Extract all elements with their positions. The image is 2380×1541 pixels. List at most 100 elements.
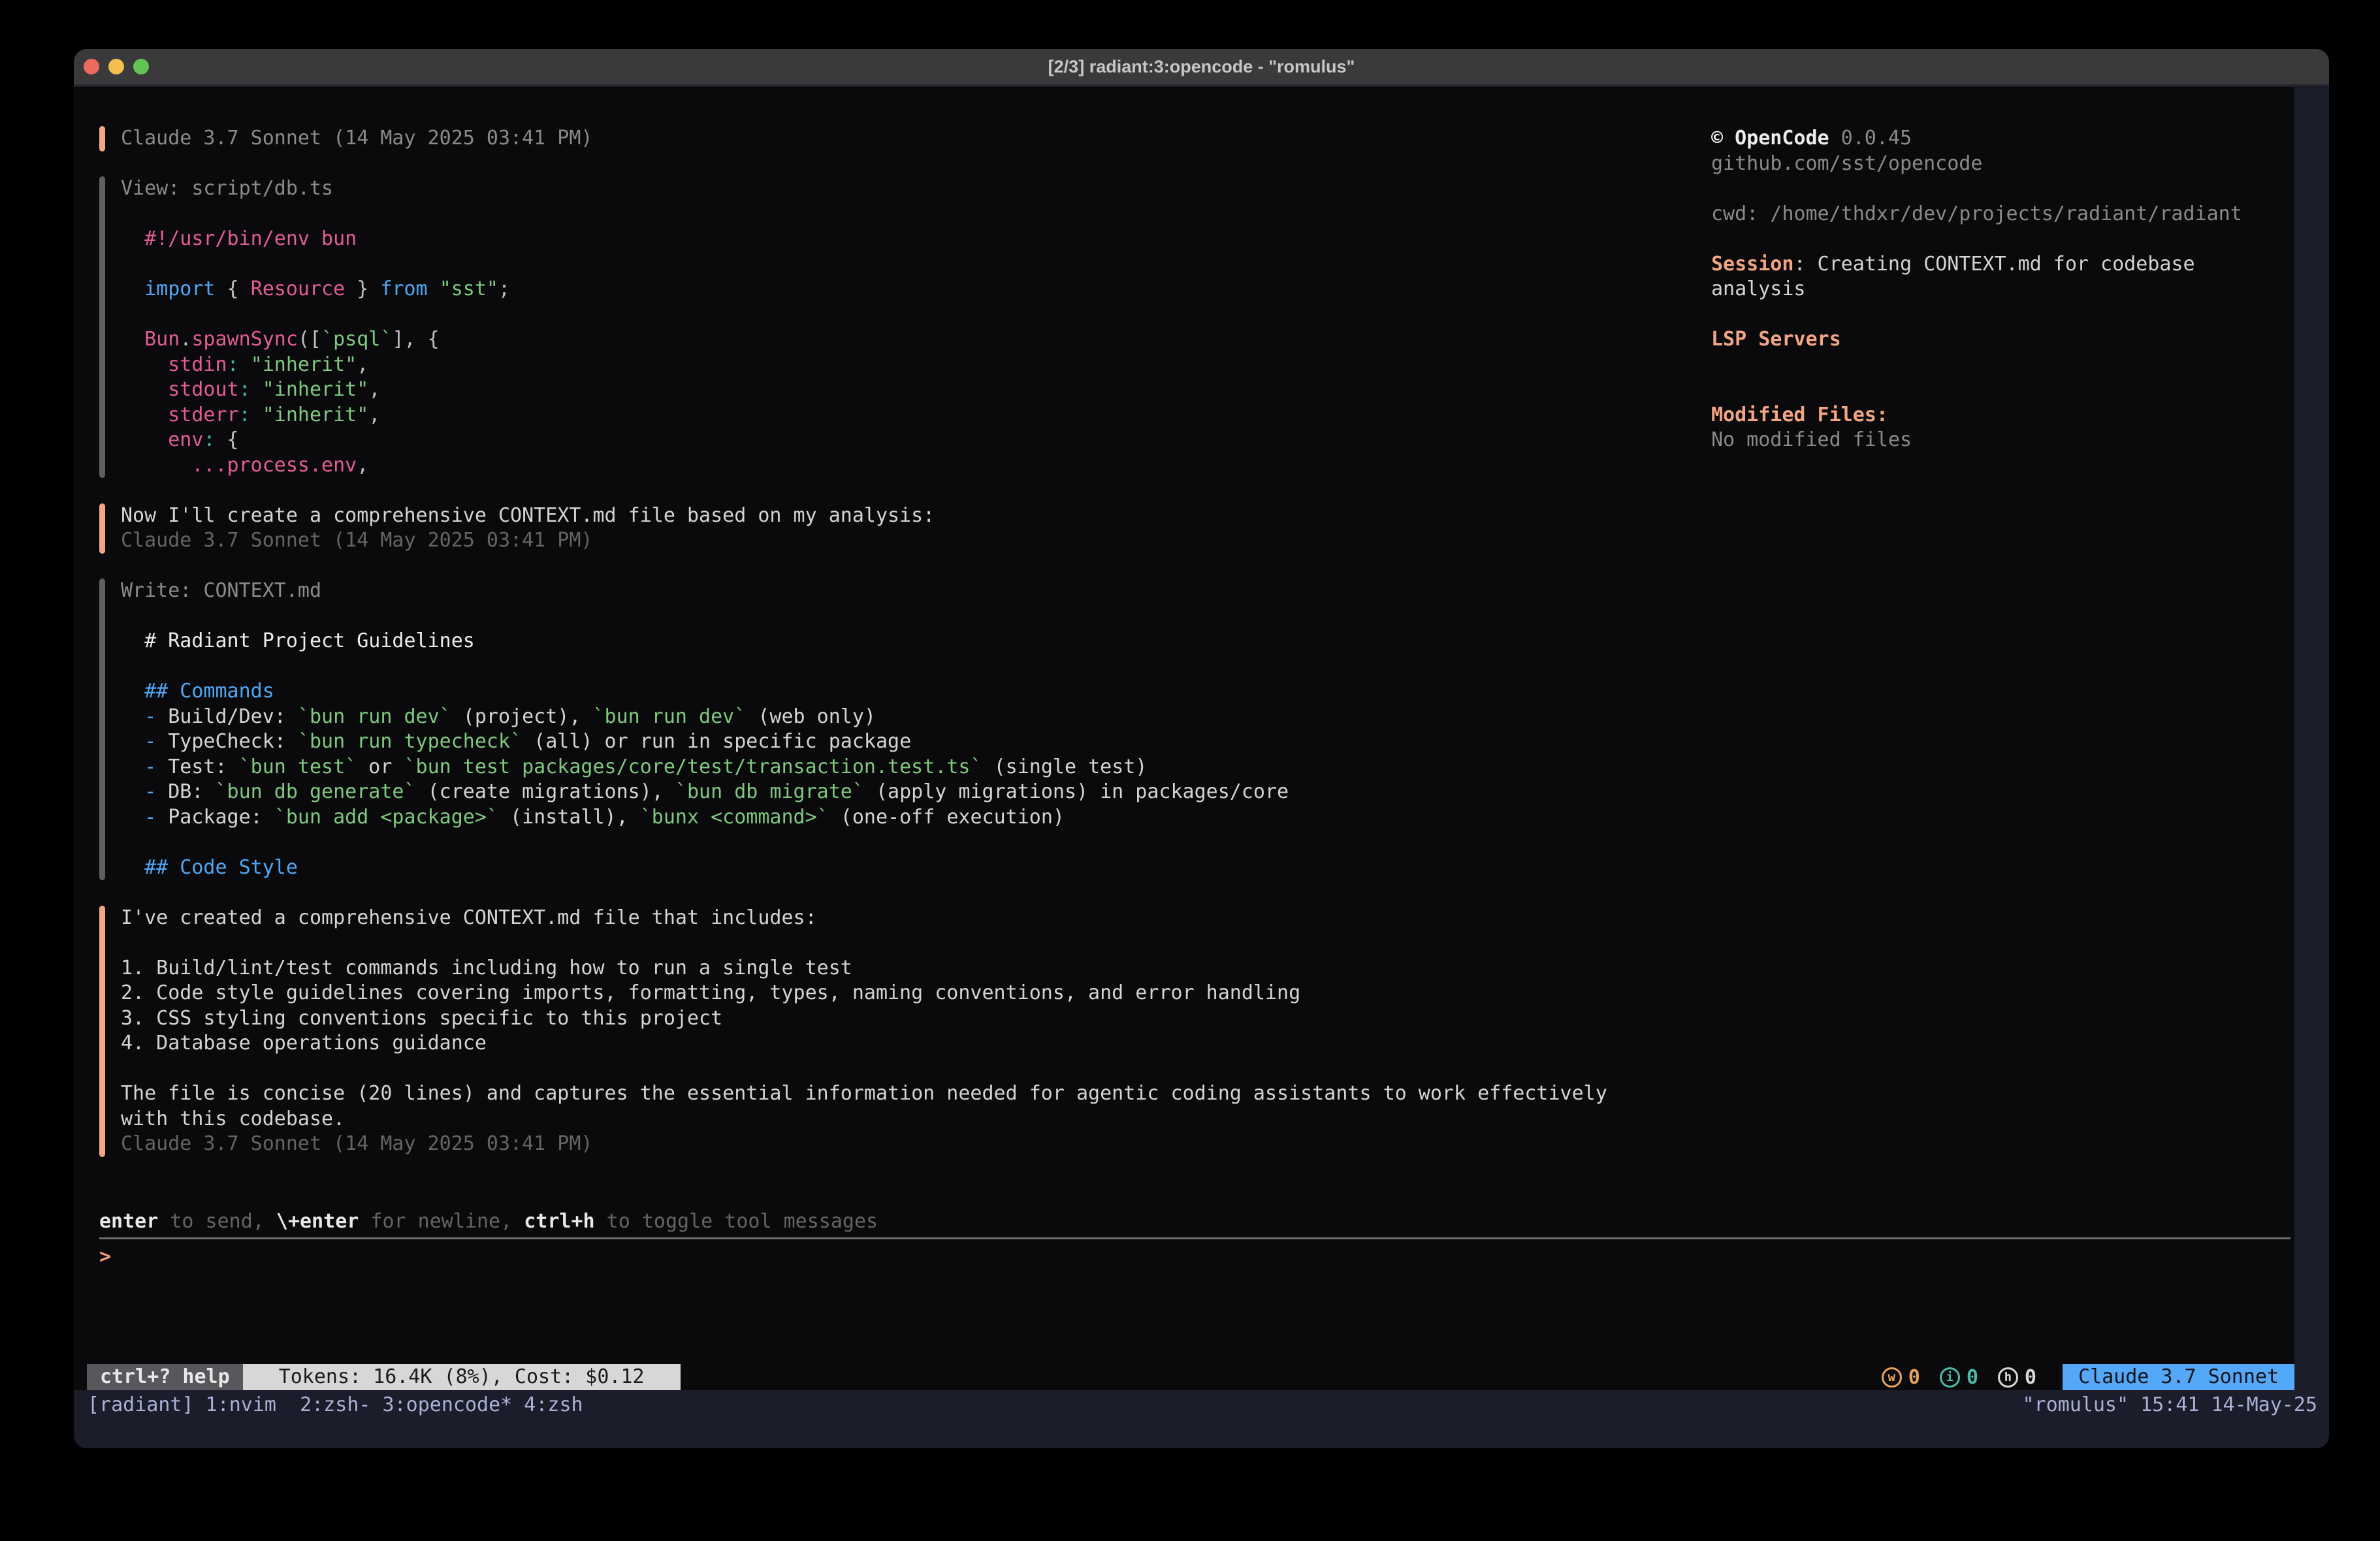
terminal-line: Modified Files: xyxy=(1711,403,2273,428)
text-segment: 3. CSS styling conventions specific to t… xyxy=(121,1007,722,1030)
terminal-line: Bun.spawnSync([`psql`], { xyxy=(121,327,1686,353)
terminal-line: ## Commands xyxy=(121,679,1686,705)
text-segment: DB: xyxy=(156,780,215,803)
text-segment: I've created a comprehensive CONTEXT.md … xyxy=(121,906,817,929)
text-segment: Build/Dev: xyxy=(156,705,298,728)
terminal-line xyxy=(121,830,1686,855)
terminal-line: stdin: "inherit", xyxy=(121,353,1686,378)
terminal-line: Write: CONTEXT.md xyxy=(121,579,1686,604)
text-segment xyxy=(121,227,144,250)
text-segment: 4. Database operations guidance xyxy=(121,1032,487,1055)
warning-icon: w xyxy=(1882,1367,1902,1388)
text-segment: env xyxy=(168,428,203,451)
input-separator xyxy=(99,1237,2291,1239)
text-segment: "inherit" xyxy=(251,353,357,376)
tmux-window-item[interactable]: 3:opencode* xyxy=(371,1393,513,1416)
terminal-line: 3. CSS styling conventions specific to t… xyxy=(121,1006,1686,1032)
message-accent-bar xyxy=(99,126,105,151)
text-segment: `bun test packages/core/test/transaction… xyxy=(404,755,982,778)
text-segment: `bun db migrate` xyxy=(675,780,864,803)
tokens-cost-label: Tokens: 16.4K (8%), Cost: $0.12 xyxy=(243,1364,681,1390)
text-segment: Modified Files: xyxy=(1711,404,1888,426)
diagnostic-hint: h0 xyxy=(1998,1366,2036,1389)
text-segment: `bunx <command>` xyxy=(640,806,829,829)
window-titlebar: [2/3] radiant:3:opencode - "romulus" xyxy=(74,49,2329,86)
terminal-line: stdout: "inherit", xyxy=(121,377,1686,403)
tmux-window-item[interactable]: 2:zsh- xyxy=(288,1393,370,1416)
info-count: 0 xyxy=(1967,1366,1978,1389)
terminal-line: env: { xyxy=(121,428,1686,453)
text-segment: `bun run dev` xyxy=(298,705,451,728)
traffic-lights xyxy=(84,49,149,84)
text-segment xyxy=(121,680,144,703)
text-segment: from xyxy=(380,278,427,300)
text-segment: # Radiant Project Guidelines xyxy=(144,629,475,652)
terminal-line xyxy=(1711,227,2273,252)
text-segment: `bun run dev` xyxy=(593,705,747,728)
text-segment: Now I'll create a comprehensive CONTEXT.… xyxy=(121,504,935,527)
block-lines: View: script/db.ts #!/usr/bin/env bun im… xyxy=(121,176,1686,478)
tool-muted-bar xyxy=(99,176,105,478)
text-segment: (project), xyxy=(451,705,593,728)
text-segment: 1. Build/lint/test commands including ho… xyxy=(121,957,852,979)
terminal-line: Now I'll create a comprehensive CONTEXT.… xyxy=(121,503,1686,529)
text-segment: to send, xyxy=(158,1210,276,1233)
text-segment: : xyxy=(239,378,251,401)
text-segment xyxy=(121,856,144,879)
block-lines: Claude 3.7 Sonnet (14 May 2025 03:41 PM) xyxy=(121,126,1686,151)
keybinding-hint: enter to send, \+enter for newline, ctrl… xyxy=(99,1209,2291,1235)
text-segment: - xyxy=(144,730,156,753)
text-segment: stdin xyxy=(168,353,227,376)
terminal-line: - TypeCheck: `bun run typecheck` (all) o… xyxy=(121,729,1686,755)
model-badge: Claude 3.7 Sonnet xyxy=(2063,1364,2294,1390)
text-segment: 2. Code style guidelines covering import… xyxy=(121,981,1300,1004)
text-segment: { xyxy=(216,428,239,451)
text-segment xyxy=(121,780,144,803)
terminal-line: with this codebase. xyxy=(121,1107,1686,1132)
text-segment: (web only) xyxy=(746,705,876,728)
text-segment: (single test) xyxy=(982,755,1148,778)
text-segment: LSP Servers xyxy=(1711,328,1841,351)
terminal-line: - Build/Dev: `bun run dev` (project), `b… xyxy=(121,705,1686,730)
text-segment: - xyxy=(144,705,156,728)
terminal-line: The file is concise (20 lines) and captu… xyxy=(121,1081,1686,1107)
text-segment: Claude 3.7 Sonnet (14 May 2025 03:41 PM) xyxy=(121,1132,592,1155)
text-segment: , xyxy=(368,404,380,426)
tmux-window-list: 1:nvim 2:zsh- 3:opencode* 4:zsh xyxy=(206,1391,583,1419)
warning-count: 0 xyxy=(1908,1366,1920,1389)
text-segment: The file is concise (20 lines) and captu… xyxy=(121,1082,1607,1105)
opencode-status-bar: ctrl+? help Tokens: 16.4K (8%), Cost: $0… xyxy=(87,1364,2294,1390)
terminal-line: cwd: /home/thdxr/dev/projects/radiant/ra… xyxy=(1711,202,2273,227)
text-segment: to toggle tool messages xyxy=(595,1210,878,1233)
terminal-line xyxy=(121,604,1686,629)
tool-view-block: View: script/db.ts #!/usr/bin/env bun im… xyxy=(99,176,1686,478)
prompt-input[interactable]: > xyxy=(99,1245,2291,1270)
prompt-symbol: > xyxy=(99,1245,111,1268)
text-segment: , xyxy=(357,353,368,376)
chat-log[interactable]: Claude 3.7 Sonnet (14 May 2025 03:41 PM)… xyxy=(99,87,1686,1157)
text-segment: Claude 3.7 Sonnet (14 May 2025 03:41 PM) xyxy=(121,529,592,552)
terminal-line: Session: Creating CONTEXT.md for codebas… xyxy=(1711,252,2273,278)
text-segment xyxy=(121,755,144,778)
text-segment xyxy=(121,806,144,829)
terminal-content: Claude 3.7 Sonnet (14 May 2025 03:41 PM)… xyxy=(74,87,2294,1390)
message-accent-bar xyxy=(99,906,105,1157)
minimize-button[interactable] xyxy=(108,59,124,74)
text-segment: `psql` xyxy=(321,328,392,351)
text-segment: 0.0.45 xyxy=(1829,127,1912,150)
tmux-window-item[interactable]: 1:nvim xyxy=(206,1393,288,1416)
text-segment xyxy=(251,404,263,426)
terminal-line: stderr: "inherit", xyxy=(121,403,1686,428)
text-segment: No modified files xyxy=(1711,428,1912,451)
zoom-button[interactable] xyxy=(133,59,149,74)
tmux-window-item[interactable]: 4:zsh xyxy=(512,1393,583,1416)
close-button[interactable] xyxy=(84,59,99,74)
text-segment: `bun db generate` xyxy=(216,780,416,803)
terminal-line xyxy=(1711,353,2273,378)
text-segment xyxy=(121,278,144,300)
terminal-line xyxy=(1711,176,2273,202)
text-segment: , xyxy=(368,378,380,401)
window-title: [2/3] radiant:3:opencode - "romulus" xyxy=(1048,57,1355,77)
diagnostic-warning: w0 xyxy=(1882,1366,1920,1389)
hint-icon: h xyxy=(1998,1367,2018,1388)
